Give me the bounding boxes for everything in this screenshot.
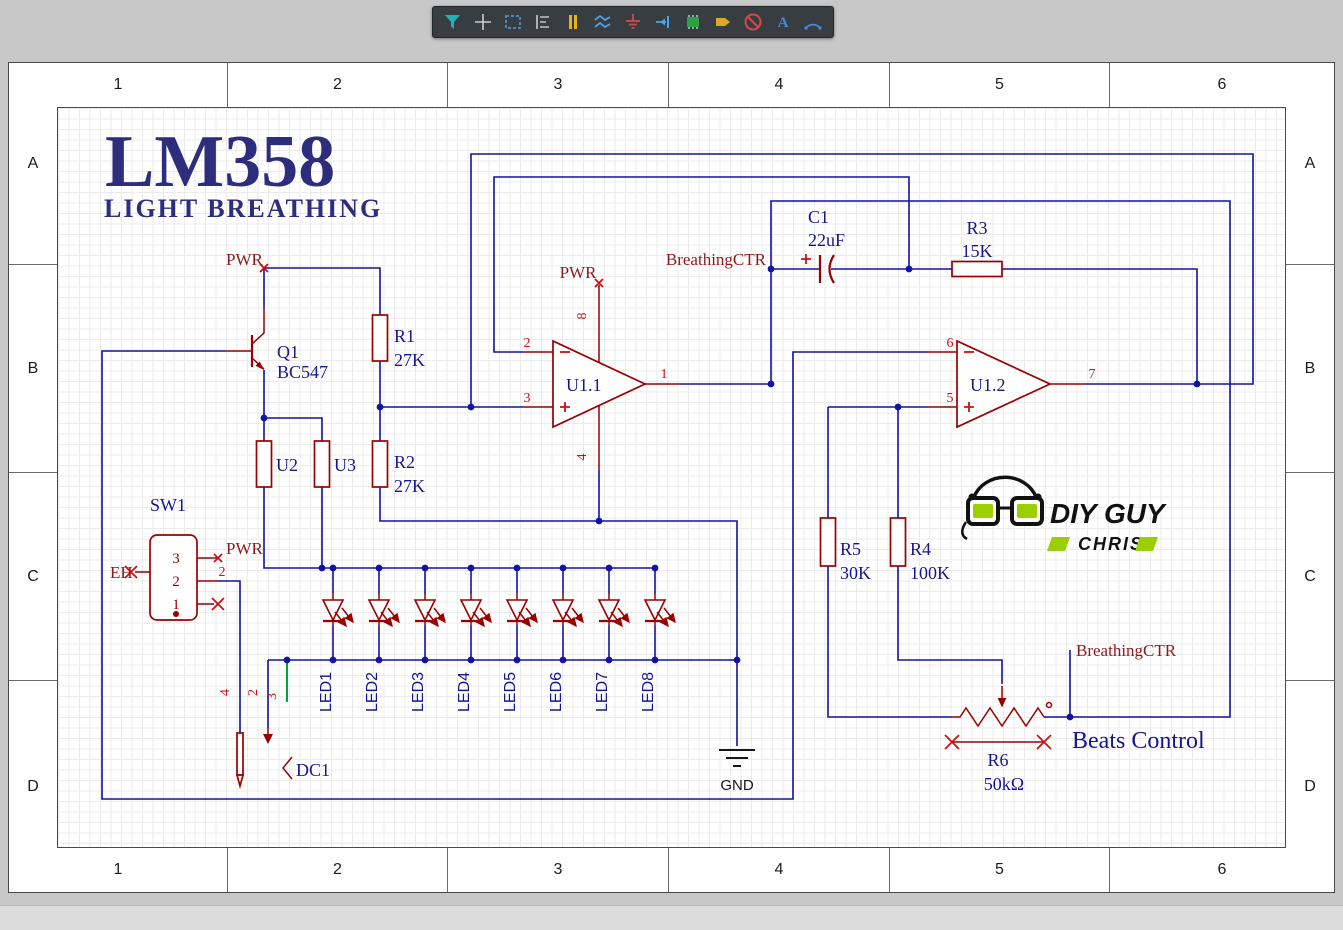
selection-box-icon[interactable] [500, 9, 526, 35]
frame-column-label: 5 [890, 63, 1110, 107]
schematic-editor: { "toolbar": { "icons": [ {"name": "curs… [0, 0, 1343, 929]
text-tool-icon[interactable]: A [770, 9, 796, 35]
frame-column-label: 4 [669, 63, 890, 107]
frame-row-label: B [9, 265, 57, 473]
bus-icon[interactable] [560, 9, 586, 35]
frame-column-header-top: 1 2 3 4 5 6 [9, 63, 1334, 107]
crosshair-icon[interactable] [470, 9, 496, 35]
frame-column-label: 5 [890, 848, 1110, 892]
arc-tool-icon[interactable] [800, 9, 826, 35]
bottom-scroll-band[interactable] [0, 905, 1343, 930]
frame-column-label: 2 [228, 63, 448, 107]
frame-column-label: 4 [669, 848, 890, 892]
frame-row-label: A [1286, 63, 1334, 265]
toolbar: A [432, 6, 834, 38]
component-icon[interactable] [680, 9, 706, 35]
net-label-icon[interactable] [710, 9, 736, 35]
frame-column-label: 3 [448, 63, 669, 107]
frame-column-label: 2 [228, 848, 448, 892]
frame-row-header-left: A B C D [9, 63, 57, 892]
frame-column-label: 3 [448, 848, 669, 892]
ground-flag-icon[interactable] [620, 9, 646, 35]
pin-icon[interactable] [650, 9, 676, 35]
align-icon[interactable] [530, 9, 556, 35]
svg-text:A: A [778, 15, 789, 31]
frame-row-header-right: A B C D [1286, 63, 1334, 892]
frame-column-header-bottom: 1 2 3 4 5 6 [9, 848, 1334, 892]
frame-row-label: A [9, 63, 57, 265]
cursor-tool-icon[interactable] [440, 9, 466, 35]
schematic-sheet[interactable]: 1 2 3 4 5 6 1 2 3 4 5 6 A B C D A B C D [8, 62, 1335, 893]
wire-icon[interactable] [590, 9, 616, 35]
frame-row-label: D [9, 681, 57, 892]
frame-row-label: C [1286, 473, 1334, 681]
frame-row-label: D [1286, 681, 1334, 892]
schematic-canvas[interactable] [57, 107, 1286, 848]
frame-row-label: B [1286, 265, 1334, 473]
no-connect-icon[interactable] [740, 9, 766, 35]
frame-row-label: C [9, 473, 57, 681]
